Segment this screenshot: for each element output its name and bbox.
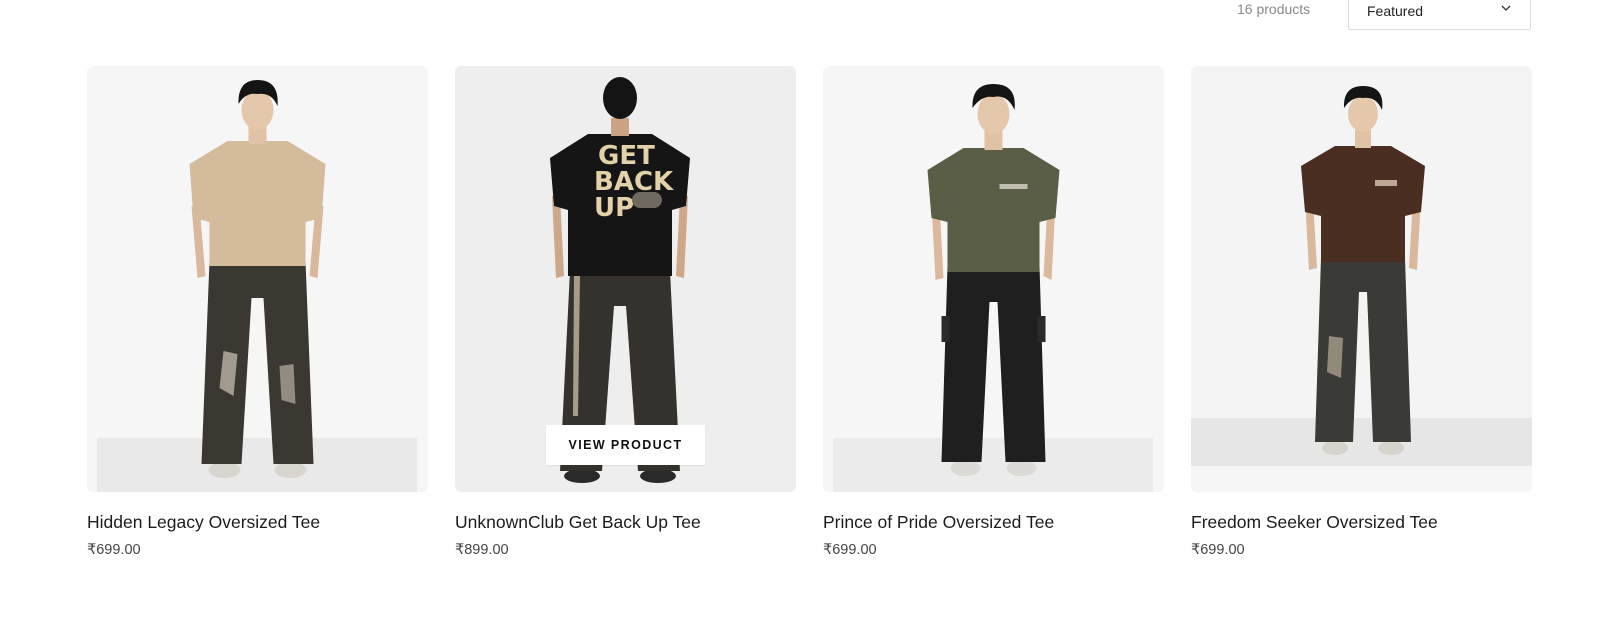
product-price: ₹699.00 — [823, 542, 877, 558]
svg-text:UP: UP — [594, 193, 634, 223]
product-image — [823, 66, 1164, 492]
product-price: ₹699.00 — [1191, 542, 1245, 558]
product-image-wrapper[interactable] — [1191, 66, 1532, 492]
product-image-wrapper[interactable] — [87, 66, 428, 492]
sort-select-value: Featured — [1367, 3, 1424, 19]
product-title[interactable]: UnknownClub Get Back Up Tee — [455, 512, 701, 533]
product-title[interactable]: Hidden Legacy Oversized Tee — [87, 512, 320, 533]
product-image-wrapper[interactable]: GET BACK UP VIEW PRODUCT — [455, 66, 796, 492]
product-count: 16 products — [1237, 1, 1311, 17]
product-price: ₹899.00 — [455, 542, 509, 558]
collection-toolbar: 16 products Featured — [0, 0, 1600, 32]
chevron-down-icon — [1501, 5, 1511, 11]
product-card[interactable]: Freedom Seeker Oversized Tee ₹699.00 — [1191, 66, 1532, 558]
sort-select[interactable]: Featured — [1348, 0, 1531, 30]
product-image-wrapper[interactable] — [823, 66, 1164, 492]
view-product-button[interactable]: VIEW PRODUCT — [546, 425, 705, 465]
product-card[interactable]: GET BACK UP VIEW PRODUCT UnknownClub Get… — [455, 66, 796, 558]
product-title[interactable]: Prince of Pride Oversized Tee — [823, 512, 1054, 533]
product-title[interactable]: Freedom Seeker Oversized Tee — [1191, 512, 1438, 533]
product-image — [87, 66, 428, 492]
product-image — [1191, 66, 1532, 492]
product-card[interactable]: Hidden Legacy Oversized Tee ₹699.00 — [87, 66, 428, 558]
product-price: ₹699.00 — [87, 542, 141, 558]
product-card[interactable]: Prince of Pride Oversized Tee ₹699.00 — [823, 66, 1164, 558]
